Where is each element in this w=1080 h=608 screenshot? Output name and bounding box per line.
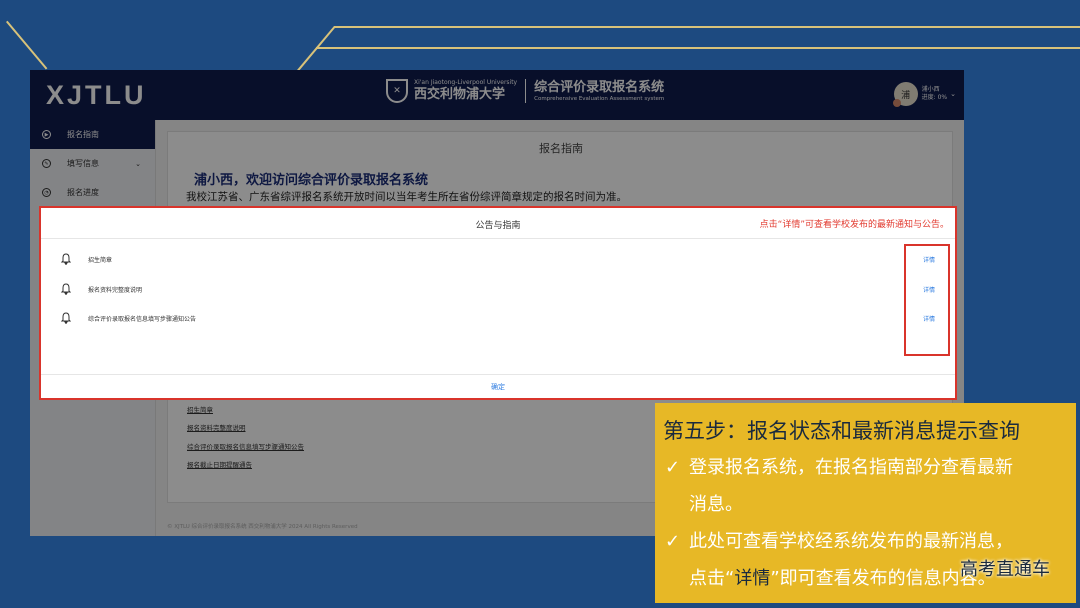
detail-highlight-box <box>904 244 950 356</box>
list-item: 招生简章 详情 <box>41 250 955 270</box>
bell-icon <box>61 283 71 295</box>
bell-icon <box>61 312 71 324</box>
callout-title: 第五步：报名状态和最新消息提示查询 <box>663 419 1020 443</box>
bell-icon <box>61 253 71 265</box>
callout-point: ✓ 登录报名系统，在报名指南部分查看最新 <box>663 449 1066 486</box>
highlight-detail: 详情 <box>734 568 771 589</box>
confirm-button[interactable]: 确定 <box>41 374 955 398</box>
announcement-modal: 公告与指南 点击“详情”可查看学校发布的最新通知与公告。 招生简章 详情 报名资… <box>39 206 957 400</box>
decor-line-top-2 <box>316 47 1080 49</box>
decor-diagonal-left <box>6 20 48 70</box>
callout-point-continued: 消息。 <box>689 494 743 515</box>
notice-title: 报名资料完整度说明 <box>88 287 143 294</box>
check-icon: ✓ <box>665 457 681 478</box>
notice-title: 综合评价录取报名信息填写步骤通知公告 <box>88 316 197 323</box>
list-item: 报名资料完整度说明 详情 <box>41 280 955 300</box>
decor-line-top <box>334 26 1080 28</box>
modal-header: 公告与指南 点击“详情”可查看学校发布的最新通知与公告。 <box>41 208 955 239</box>
watermark: 高考直通车 <box>960 559 1050 580</box>
notice-title: 招生简章 <box>88 257 113 264</box>
list-item: 综合评价录取报名信息填写步骤通知公告 详情 <box>41 309 955 329</box>
check-icon: ✓ <box>665 531 681 552</box>
annotation-note: 点击“详情”可查看学校发布的最新通知与公告。 <box>759 220 949 230</box>
